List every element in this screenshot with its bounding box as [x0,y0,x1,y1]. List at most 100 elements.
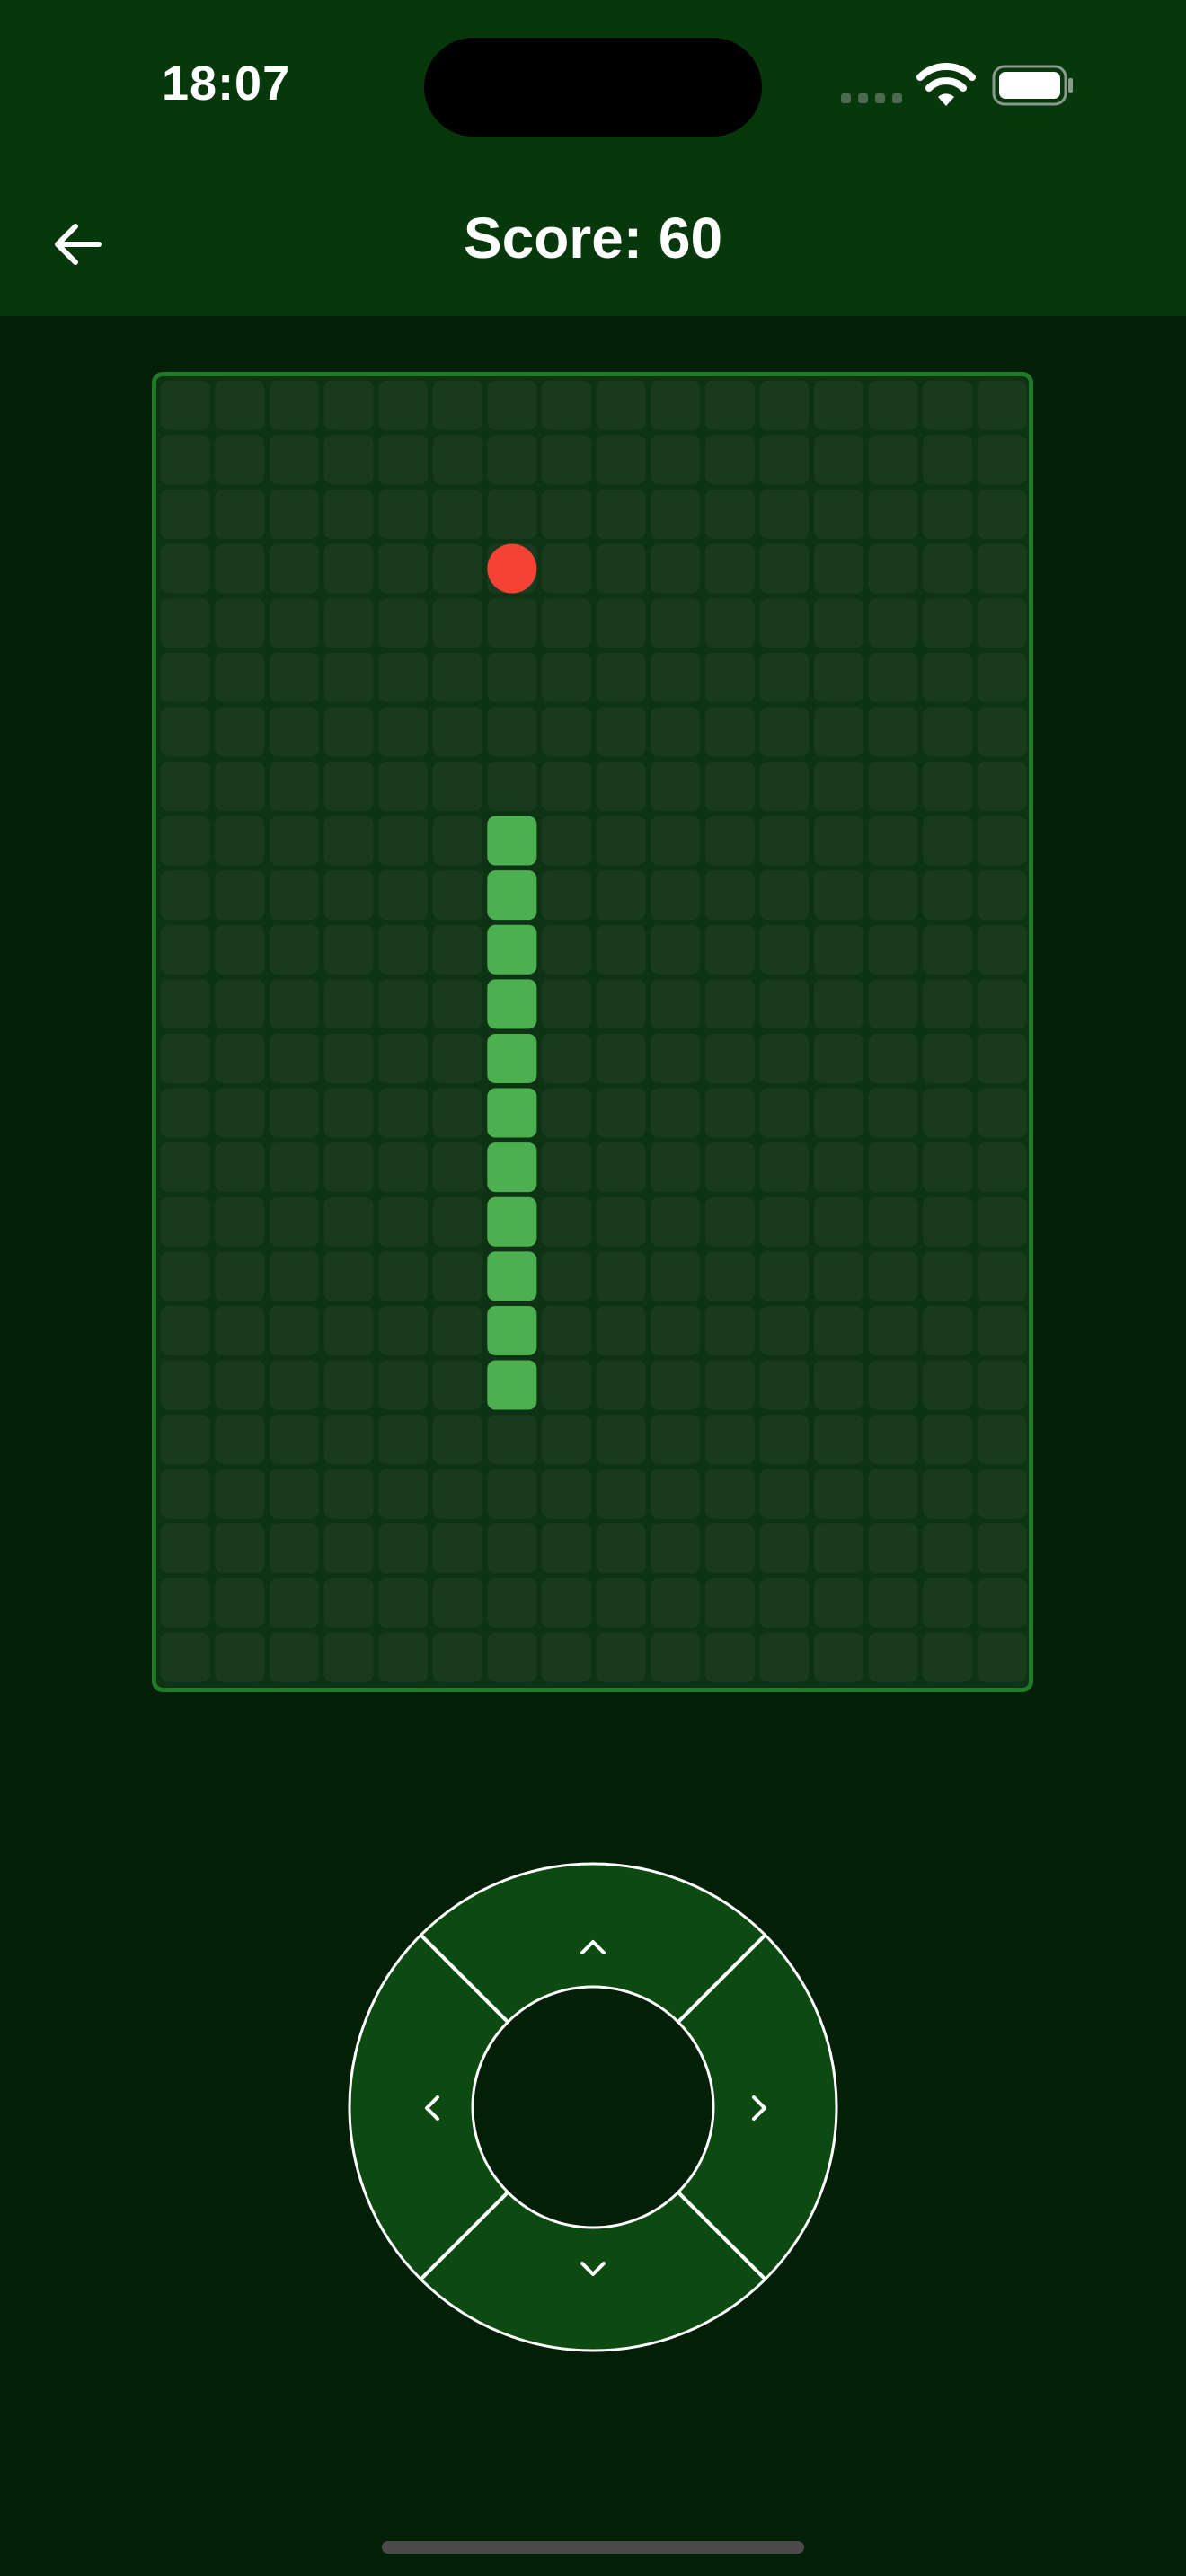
board-cell [704,924,755,975]
board-cell [323,1523,374,1574]
board-cell [977,1632,1027,1682]
board-cell [596,543,646,594]
board-cell [160,489,210,539]
board-cell [651,1196,701,1247]
board-cell [923,707,973,757]
board-cell [596,979,646,1029]
board-cell [868,489,918,539]
board-cell [923,598,973,648]
board-cell [651,543,701,594]
board-cell [923,1415,973,1465]
board-cell [868,816,918,866]
board-cell [269,816,319,866]
board-cell [759,1415,810,1465]
board-cell [759,1577,810,1628]
board-cell [923,380,973,430]
board-cell [596,1142,646,1193]
board-cell [704,1251,755,1301]
board-cell [323,1196,374,1247]
board-cell [269,1577,319,1628]
board-cell [704,761,755,811]
status-time: 18:07 [162,57,291,110]
board-cell [923,870,973,921]
board-cell [759,435,810,485]
board-cell [215,1196,265,1247]
board-cell [487,489,537,539]
board-cell [541,707,591,757]
board-cell [704,1142,755,1193]
board-cell [487,1577,537,1628]
board-cell [868,1632,918,1682]
board-cell [923,816,973,866]
board-cell [923,761,973,811]
board-cell [759,1469,810,1519]
board-cell [813,598,863,648]
board-cell [323,1305,374,1355]
board-cell [487,435,537,485]
board-cell [323,380,374,430]
board-cell [269,1033,319,1083]
board-cell [651,1142,701,1193]
board-cell [541,761,591,811]
board-cell [759,979,810,1029]
board-cell [432,924,482,975]
board-cell [596,1632,646,1682]
board-cell [541,924,591,975]
board-cell [215,761,265,811]
board-cell [596,1469,646,1519]
board-cell [759,870,810,921]
board-cell [923,1577,973,1628]
board-cell [923,1142,973,1193]
snake-segment [487,1196,537,1247]
board-cell [813,1196,863,1247]
board-cell [269,1415,319,1465]
board-cell [596,870,646,921]
board-cell [160,1469,210,1519]
board-cell [977,1415,1027,1465]
board-cell [759,707,810,757]
board-cell [923,1196,973,1247]
board-cell [868,1251,918,1301]
board-cell [323,1415,374,1465]
board-cell [977,1523,1027,1574]
board-cell [759,816,810,866]
board-cell [160,652,210,702]
board-cell [432,489,482,539]
board-cell [977,1360,1027,1410]
board-cell [432,979,482,1029]
board-cell [977,924,1027,975]
board-cell [323,707,374,757]
board-cell [813,979,863,1029]
board-cell [541,1577,591,1628]
game-screen: 18:07 Score: 60 [0,0,1186,2576]
board-cell [432,1469,482,1519]
board-cell [759,1196,810,1247]
board-cell [704,543,755,594]
board-cell [378,1632,429,1682]
board-cell [215,1251,265,1301]
board-cell [868,652,918,702]
board-cell [541,870,591,921]
board-cell [977,489,1027,539]
board-cell [541,816,591,866]
board-cell [432,1415,482,1465]
board-cell [432,707,482,757]
board-cell [541,1523,591,1574]
board-cell [541,598,591,648]
board-cell [215,816,265,866]
board-cell [651,1305,701,1355]
board-cell [432,816,482,866]
board-cell [651,652,701,702]
board-cell [160,1577,210,1628]
board-cell [923,979,973,1029]
board-cell [759,380,810,430]
board-cell [651,1088,701,1138]
board-cell [432,1632,482,1682]
board-cell [704,1196,755,1247]
board-cell [378,543,429,594]
board-cell [977,1577,1027,1628]
wifi-icon [916,63,976,106]
board-cell [378,1360,429,1410]
board-cell [269,870,319,921]
board-cell [541,1360,591,1410]
